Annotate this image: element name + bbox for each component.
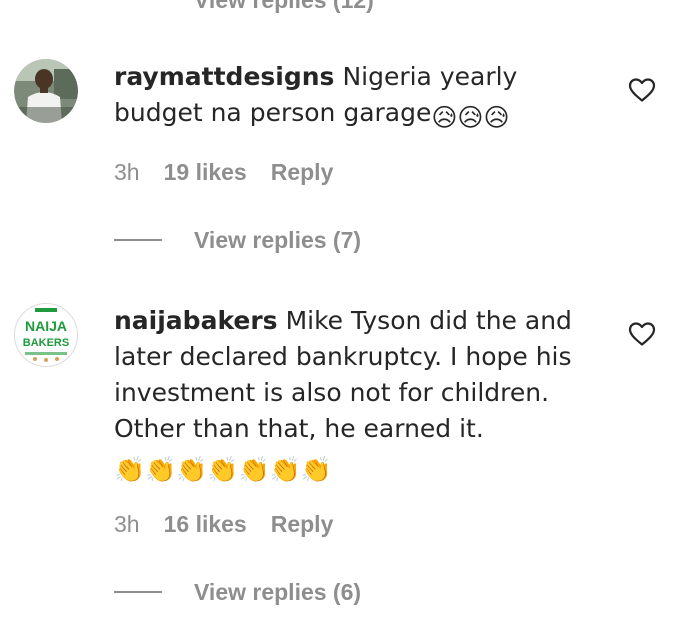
view-replies-label[interactable]: View replies (6) xyxy=(194,579,361,606)
clapping-hands-emoji: 👏👏👏👏👏👏👏 xyxy=(114,455,332,484)
naija-bakers-logo: NAIJA BAKERS xyxy=(15,304,77,366)
svg-text:BAKERS: BAKERS xyxy=(23,337,69,349)
comment-time: 3h xyxy=(114,511,140,537)
comment-username[interactable]: raymattdesigns xyxy=(114,62,334,91)
divider-line xyxy=(114,239,162,241)
comment-likes[interactable]: 19 likes xyxy=(164,159,247,186)
comment-meta: 3h 16 likes Reply xyxy=(114,511,333,538)
avatar-photo xyxy=(14,59,78,123)
comment-username[interactable]: naijabakers xyxy=(114,306,278,335)
avatar[interactable]: NAIJA BAKERS xyxy=(14,303,78,367)
comment-time: 3h xyxy=(114,159,140,185)
comment-body: raymattdesigns Nigeria yearly budget na p… xyxy=(114,59,594,136)
svg-text:NAIJA: NAIJA xyxy=(25,318,67,334)
reply-button[interactable]: Reply xyxy=(271,159,334,186)
comment-meta: 3h 19 likes Reply xyxy=(114,159,333,186)
view-replies-naijabakers[interactable]: View replies (6) xyxy=(114,572,361,612)
avatar[interactable] xyxy=(14,59,78,123)
heart-icon[interactable] xyxy=(628,77,656,103)
view-replies-top[interactable]: View replies (12) xyxy=(114,0,374,20)
comment-likes[interactable]: 16 likes xyxy=(164,511,247,538)
comment-body: naijabakers Mike Tyson did the and later … xyxy=(114,303,594,488)
reply-button[interactable]: Reply xyxy=(271,511,334,538)
view-replies-label[interactable]: View replies (12) xyxy=(194,0,374,14)
divider-line xyxy=(114,591,162,593)
sad-face-emoji: 😥😥😥 xyxy=(431,103,510,132)
heart-icon[interactable] xyxy=(628,321,656,347)
view-replies-raymattdesigns[interactable]: View replies (7) xyxy=(114,220,361,260)
view-replies-label[interactable]: View replies (7) xyxy=(194,227,361,254)
